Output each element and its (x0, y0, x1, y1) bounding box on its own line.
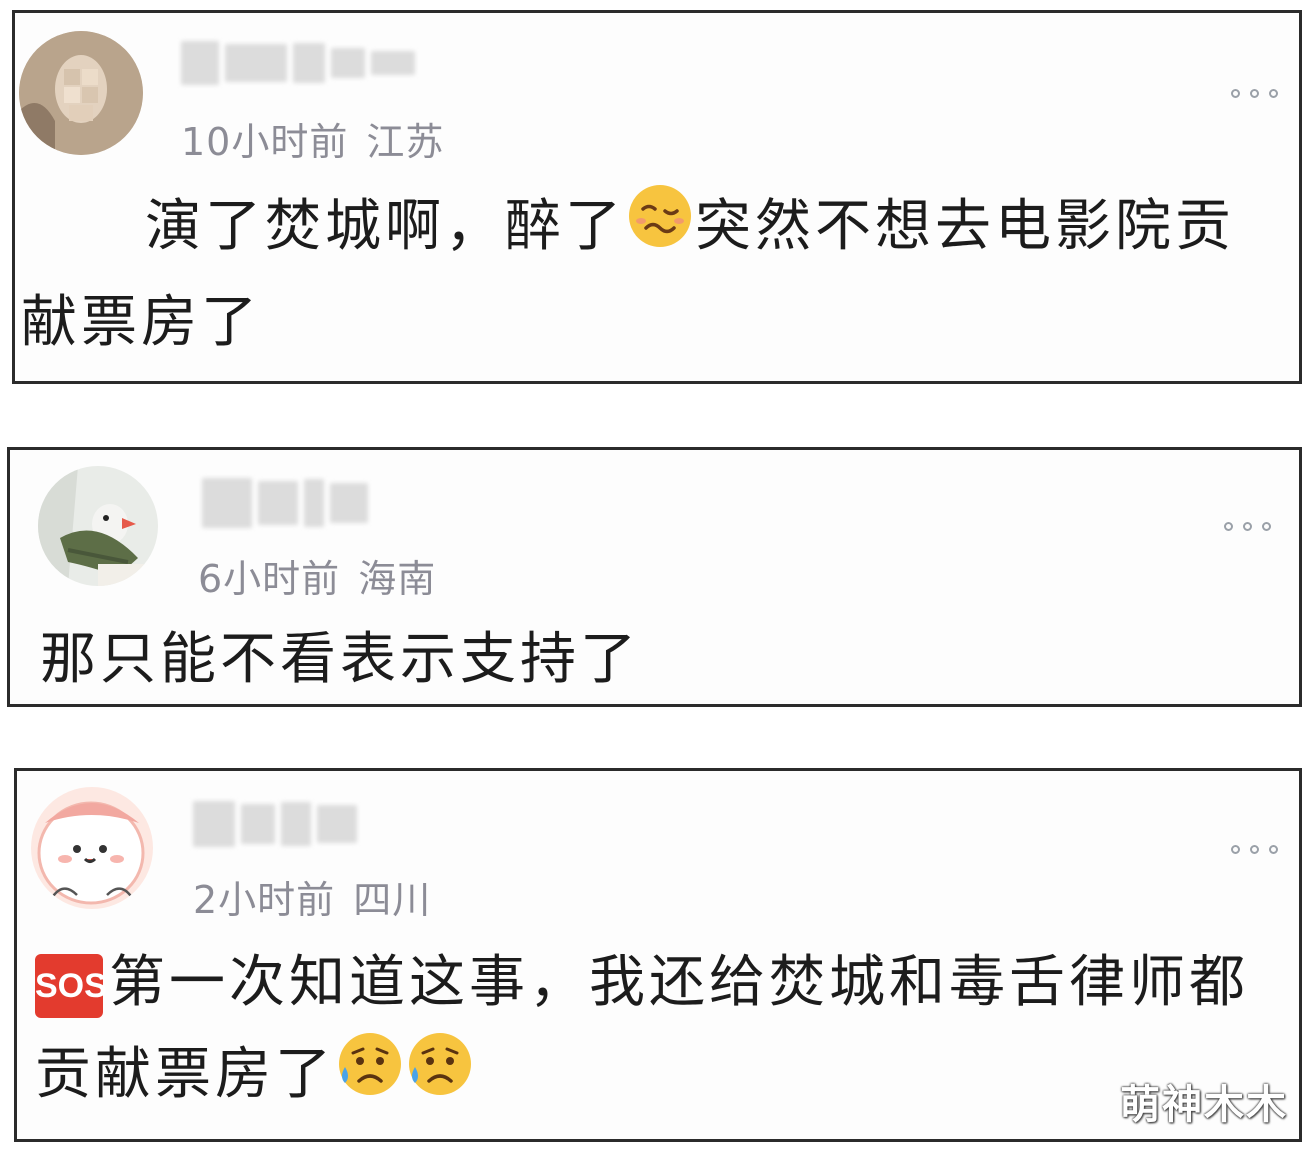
sad-sweat-face-icon (337, 1031, 403, 1125)
username-blurred[interactable] (181, 41, 415, 85)
comment-card-1: 10小时前 江苏 演了焚城啊，醉了 突然不想去电影院贡 献票房了 (12, 10, 1302, 384)
text-part: 献票房了 (21, 289, 261, 355)
watermark: 萌神木木 (1120, 1082, 1288, 1128)
comment-meta: 6小时前 海南 (198, 548, 436, 603)
comment-card-3: 2小时前 四川 SOS第一次知道这事，我还给焚城和毒舌律师都 贡献票房了 (14, 768, 1302, 1142)
location: 江苏 (366, 120, 445, 164)
time-ago: 10小时前 (181, 120, 349, 164)
sad-sweat-face-icon (407, 1031, 473, 1125)
time-ago: 2小时前 (193, 878, 336, 922)
more-options-icon[interactable] (1224, 522, 1271, 531)
comment-text: SOS第一次知道这事，我还给焚城和毒舌律师都 贡献票房了 (35, 937, 1295, 1125)
woozy-face-icon (627, 183, 693, 277)
text-part: 第一次知道这事，我还给焚城和毒舌律师都 (109, 950, 1249, 1015)
more-options-icon[interactable] (1231, 845, 1278, 854)
text-part: 演了焚城啊，醉了 (145, 194, 625, 259)
comment-text: 演了焚城啊，醉了 突然不想去电影院贡 献票房了 (21, 181, 1291, 369)
comment-meta: 2小时前 四川 (193, 869, 431, 924)
time-ago: 6小时前 (198, 557, 341, 601)
username-blurred[interactable] (202, 478, 368, 528)
user-avatar[interactable] (31, 787, 153, 909)
comment-meta: 10小时前 江苏 (181, 111, 444, 166)
location: 海南 (358, 557, 437, 601)
more-options-icon[interactable] (1231, 89, 1278, 98)
comment-card-2: 6小时前 海南 那只能不看表示支持了 (7, 447, 1302, 707)
location: 四川 (353, 878, 432, 922)
text-part: 突然不想去电影院贡 (695, 194, 1235, 259)
text-part: 贡献票房了 (35, 1042, 335, 1107)
user-avatar[interactable] (19, 31, 143, 155)
username-blurred[interactable] (193, 801, 357, 847)
comment-text: 那只能不看表示支持了 (40, 614, 1290, 706)
text-part: 那只能不看表示支持了 (40, 627, 640, 692)
sos-badge-icon: SOS (35, 953, 107, 1018)
user-avatar[interactable] (38, 466, 158, 586)
